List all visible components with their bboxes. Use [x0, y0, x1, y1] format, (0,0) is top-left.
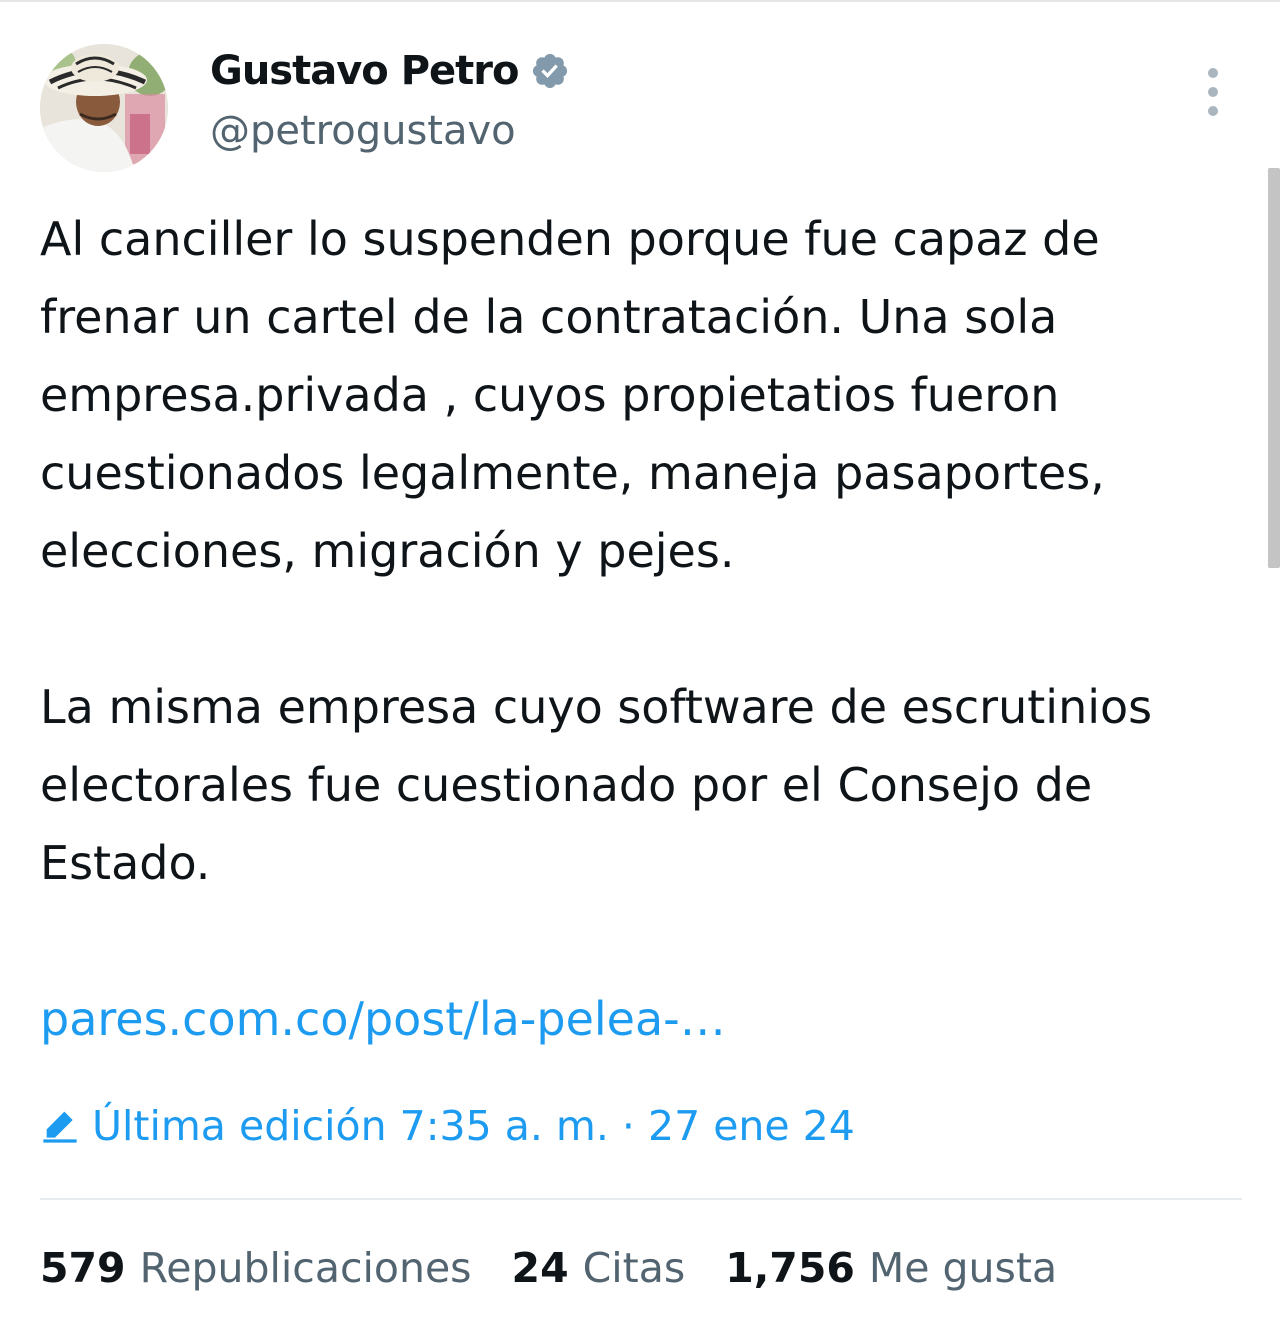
scrollbar[interactable]: [1268, 168, 1280, 568]
avatar-image: [40, 44, 168, 172]
tweet-stats: 579 Republicaciones 24 Citas 1,756 Me gu…: [40, 1244, 1057, 1292]
author-display-name[interactable]: Gustavo Petro: [210, 48, 519, 94]
tweet-paragraph-2: La misma empresa cuyo software de escrut…: [40, 680, 1153, 890]
divider: [40, 1198, 1242, 1200]
reposts-count: 579: [40, 1244, 126, 1292]
more-options-icon[interactable]: [1206, 68, 1220, 116]
quotes-stat[interactable]: 24 Citas: [512, 1244, 686, 1292]
tweet-link[interactable]: pares.com.co/post/la-pelea-…: [40, 992, 726, 1046]
author-handle[interactable]: @petrogustavo: [210, 108, 516, 154]
tweet-paragraph-1: Al canciller lo suspenden porque fue cap…: [40, 212, 1105, 578]
edit-history-text[interactable]: Última edición 7:35 a. m. · 27 ene 24: [92, 1102, 855, 1150]
likes-stat[interactable]: 1,756 Me gusta: [725, 1244, 1057, 1292]
reposts-stat[interactable]: 579 Republicaciones: [40, 1244, 472, 1292]
tweet-body: Al canciller lo suspenden porque fue cap…: [40, 200, 1250, 1058]
likes-count: 1,756: [725, 1244, 855, 1292]
author-name-row: Gustavo Petro: [210, 48, 570, 94]
edit-history-row[interactable]: Última edición 7:35 a. m. · 27 ene 24: [40, 1102, 855, 1150]
top-border: [0, 0, 1280, 2]
verified-badge-icon: [533, 53, 568, 89]
quotes-label: Citas: [582, 1244, 686, 1292]
likes-label: Me gusta: [868, 1244, 1058, 1292]
quotes-count: 24: [511, 1244, 569, 1292]
pencil-edit-icon: [43, 1111, 77, 1143]
reposts-label: Republicaciones: [139, 1244, 472, 1292]
tweet-header: Gustavo Petro @petrogustavo: [40, 40, 1240, 172]
avatar[interactable]: [40, 44, 168, 172]
